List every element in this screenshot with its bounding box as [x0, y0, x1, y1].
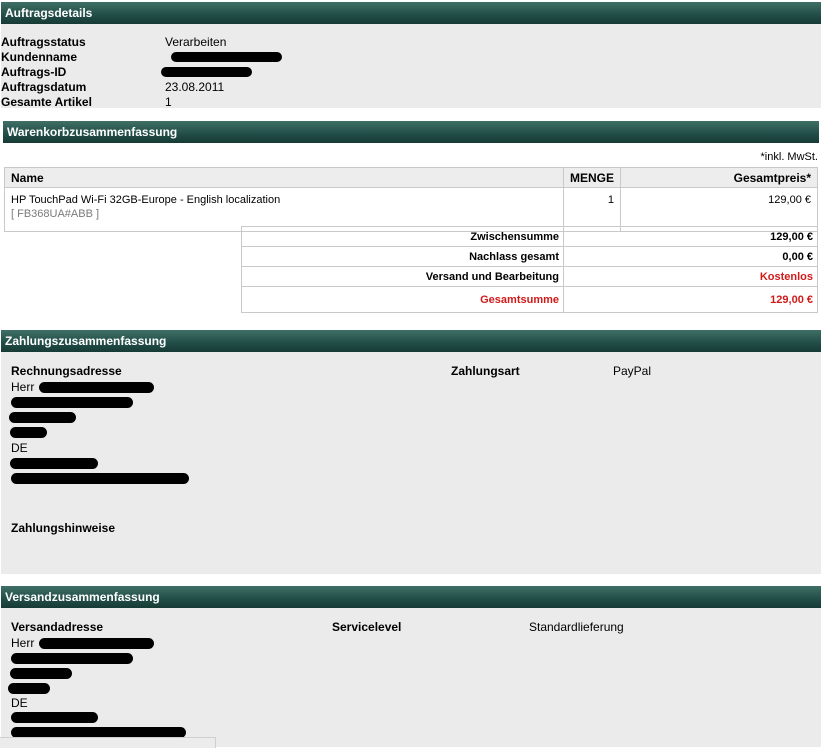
tax-note: *inkl. MwSt.: [760, 151, 818, 163]
totals-table: Zwischensumme 129,00 € Nachlass gesamt 0…: [241, 226, 818, 313]
grand-total-value: 129,00 €: [563, 286, 818, 313]
billing-phone-redacted: [10, 458, 98, 469]
order-id-redacted: [161, 67, 252, 77]
total-items-value: 1: [165, 95, 172, 109]
shipping-cost-value: Kostenlos: [563, 266, 818, 287]
customer-name-label: Kundenname: [1, 50, 78, 64]
billing-email-redacted: [11, 473, 189, 484]
shipping-phone-redacted: [11, 712, 98, 723]
payment-notes-label: Zahlungshinweise: [11, 521, 116, 535]
payment-method-label: Zahlungsart: [451, 364, 520, 378]
shipping-address-label: Versandadresse: [11, 620, 104, 634]
grand-total-row: Gesamtsumme 129,00 €: [241, 286, 818, 313]
billing-country: DE: [11, 441, 28, 455]
item-name: HP TouchPad Wi-Fi 32GB-Europe - English …: [11, 194, 281, 206]
billing-name-redacted: [39, 382, 154, 393]
subtotal-value: 129,00 €: [563, 226, 818, 247]
order-details-header: Auftragsdetails: [1, 2, 821, 24]
order-status-label: Auftragsstatus: [1, 35, 86, 49]
shipping-summary-header: Versandzusammenfassung: [1, 586, 821, 608]
service-level-label: Servicelevel: [332, 620, 402, 634]
discount-label: Nachlass gesamt: [241, 246, 564, 267]
billing-salutation: Herr: [11, 380, 35, 394]
cart-summary-header: Warenkorbzusammenfassung: [3, 121, 819, 143]
item-cell: HP TouchPad Wi-Fi 32GB-Europe - English …: [4, 187, 564, 232]
horizontal-scrollbar[interactable]: [0, 737, 216, 748]
billing-line3-redacted: [9, 412, 76, 423]
item-quantity: 1: [562, 187, 622, 232]
shipping-street-redacted: [11, 653, 133, 664]
order-date-value: 23.08.2011: [165, 80, 225, 94]
shipping-panel: Versandadresse Herr DE Servicelevel Stan…: [1, 608, 821, 747]
total-items-label: Gesamte Artikel: [1, 95, 92, 109]
subtotal-label: Zwischensumme: [241, 226, 564, 247]
customer-name-redacted: [171, 52, 282, 62]
shipping-cost-row: Versand und Bearbeitung Kostenlos: [241, 266, 818, 287]
item-sku: [ FB368UA#ABB ]: [11, 208, 100, 220]
grand-total-label: Gesamtsumme: [241, 286, 564, 313]
col-total-price: Gesamtpreis*: [620, 167, 818, 188]
payment-method-value: PayPal: [613, 364, 652, 378]
shipping-cost-label: Versand und Bearbeitung: [241, 266, 564, 287]
cart-table: Name MENGE Gesamtpreis* HP TouchPad Wi-F…: [4, 167, 818, 232]
billing-line4-redacted: [10, 427, 47, 438]
payment-summary-header: Zahlungszusammenfassung: [1, 330, 821, 352]
col-quantity: MENGE: [562, 167, 622, 188]
shipping-line4-redacted: [8, 683, 50, 694]
discount-row: Nachlass gesamt 0,00 €: [241, 246, 818, 267]
shipping-line3-redacted: [10, 668, 72, 679]
cart-table-header: Name MENGE Gesamtpreis*: [4, 167, 818, 188]
shipping-country: DE: [11, 696, 28, 710]
table-row: HP TouchPad Wi-Fi 32GB-Europe - English …: [4, 187, 818, 232]
payment-panel: Rechnungsadresse Herr DE Zahlungsart Pay…: [1, 352, 821, 574]
order-date-label: Auftragsdatum: [1, 80, 87, 94]
order-details-panel: Auftragsstatus Verarbeiten Kundenname Au…: [1, 24, 821, 109]
shipping-salutation: Herr: [11, 636, 35, 650]
billing-address-label: Rechnungsadresse: [11, 364, 122, 378]
order-id-label: Auftrags-ID: [1, 65, 67, 79]
subtotal-row: Zwischensumme 129,00 €: [241, 226, 818, 247]
billing-street-redacted: [11, 397, 133, 408]
order-status-value: Verarbeiten: [165, 35, 227, 49]
col-name: Name: [4, 167, 564, 188]
discount-value: 0,00 €: [563, 246, 818, 267]
service-level-value: Standardlieferung: [529, 620, 624, 634]
shipping-name-redacted: [39, 638, 154, 649]
item-price: 129,00 €: [620, 187, 818, 232]
